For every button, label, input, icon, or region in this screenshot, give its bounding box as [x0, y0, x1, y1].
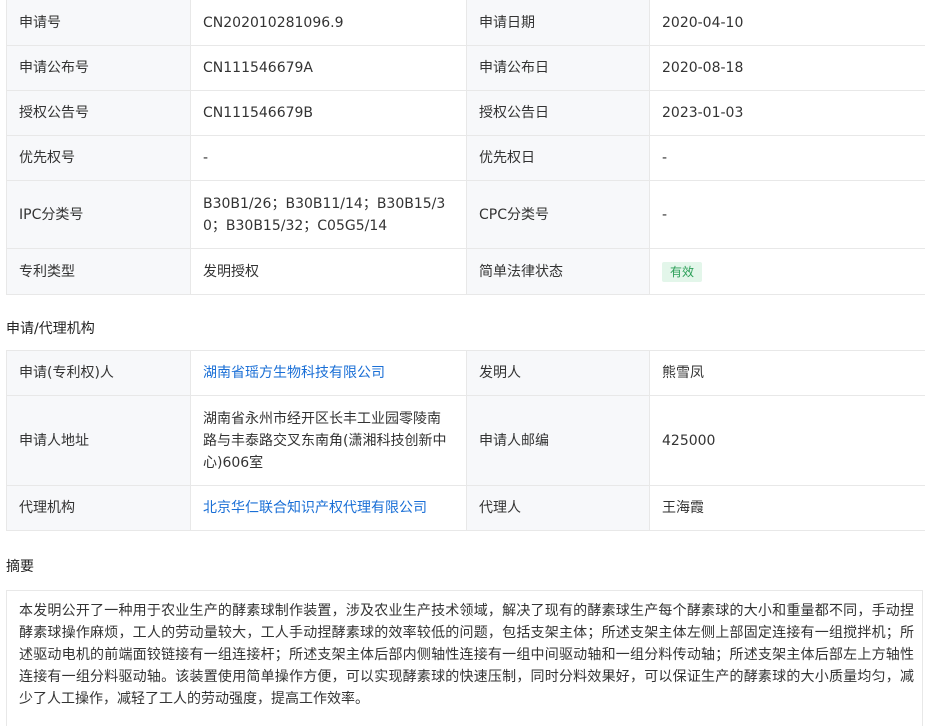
table-row: 授权公告号 CN111546679B 授权公告日 2023-01-03: [6, 90, 925, 136]
application-number-value: CN202010281096.9: [190, 0, 467, 46]
applicant-address-value: 湖南省永州市经开区长丰工业园零陵南路与丰泰路交叉东南角(潇湘科技创新中心)606…: [190, 395, 467, 486]
applicant-label: 申请(专利权)人: [6, 350, 191, 396]
table-row: 申请公布号 CN111546679A 申请公布日 2020-08-18: [6, 45, 925, 91]
publication-date-label: 申请公布日: [466, 45, 650, 91]
publication-date-value: 2020-08-18: [649, 45, 925, 91]
application-date-label: 申请日期: [466, 0, 650, 46]
applicant-postcode-label: 申请人邮编: [466, 395, 650, 486]
legal-status-badge: 有效: [662, 261, 703, 282]
table-row: 优先权号 - 优先权日 -: [6, 135, 925, 181]
publication-number-value: CN111546679A: [190, 45, 467, 91]
agent-value: 王海霞: [649, 485, 925, 531]
priority-date-value: -: [649, 135, 925, 181]
patent-type-label: 专利类型: [6, 248, 191, 295]
applicant-cell: 湖南省瑶方生物科技有限公司: [190, 350, 467, 396]
patent-detail-page: 申请号 CN202010281096.9 申请日期 2020-04-10 申请公…: [0, 0, 925, 726]
abstract-text: 本发明公开了一种用于农业生产的酵素球制作装置，涉及农业生产技术领域，解决了现有的…: [6, 590, 923, 726]
table-row: 申请(专利权)人 湖南省瑶方生物科技有限公司 发明人 熊雪凤: [6, 350, 925, 396]
inventor-label: 发明人: [466, 350, 650, 396]
agency-label: 代理机构: [6, 485, 191, 531]
application-date-value: 2020-04-10: [649, 0, 925, 46]
agent-label: 代理人: [466, 485, 650, 531]
basic-info-table: 申请号 CN202010281096.9 申请日期 2020-04-10 申请公…: [6, 0, 925, 295]
agency-cell: 北京华仁联合知识产权代理有限公司: [190, 485, 467, 531]
table-row: 申请人地址 湖南省永州市经开区长丰工业园零陵南路与丰泰路交叉东南角(潇湘科技创新…: [6, 395, 925, 486]
table-row: 专利类型 发明授权 简单法律状态 有效: [6, 248, 925, 295]
grant-date-value: 2023-01-03: [649, 90, 925, 136]
ipc-class-label: IPC分类号: [6, 180, 191, 249]
cpc-class-value: -: [649, 180, 925, 249]
priority-date-label: 优先权日: [466, 135, 650, 181]
grant-number-value: CN111546679B: [190, 90, 467, 136]
table-row: 代理机构 北京华仁联合知识产权代理有限公司 代理人 王海霞: [6, 485, 925, 531]
priority-number-label: 优先权号: [6, 135, 191, 181]
agency-section-title: 申请/代理机构: [6, 321, 95, 337]
publication-number-label: 申请公布号: [6, 45, 191, 91]
applicant-link[interactable]: 湖南省瑶方生物科技有限公司: [203, 365, 385, 381]
table-row: IPC分类号 B30B1/26；B30B11/14；B30B15/30；B30B…: [6, 180, 925, 249]
legal-status-cell: 有效: [649, 248, 925, 295]
applicant-postcode-value: 425000: [649, 395, 925, 486]
priority-number-value: -: [190, 135, 467, 181]
grant-number-label: 授权公告号: [6, 90, 191, 136]
inventor-value: 熊雪凤: [649, 350, 925, 396]
agency-table: 申请(专利权)人 湖南省瑶方生物科技有限公司 发明人 熊雪凤 申请人地址 湖南省…: [6, 350, 925, 531]
table-row: 申请号 CN202010281096.9 申请日期 2020-04-10: [6, 0, 925, 46]
ipc-class-value: B30B1/26；B30B11/14；B30B15/30；B30B15/32；C…: [190, 180, 467, 249]
grant-date-label: 授权公告日: [466, 90, 650, 136]
application-number-label: 申请号: [6, 0, 191, 46]
legal-status-label: 简单法律状态: [466, 248, 650, 295]
agency-link[interactable]: 北京华仁联合知识产权代理有限公司: [203, 500, 427, 516]
patent-type-value: 发明授权: [190, 248, 467, 295]
abstract-section-title: 摘要: [6, 559, 34, 575]
applicant-address-label: 申请人地址: [6, 395, 191, 486]
cpc-class-label: CPC分类号: [466, 180, 650, 249]
